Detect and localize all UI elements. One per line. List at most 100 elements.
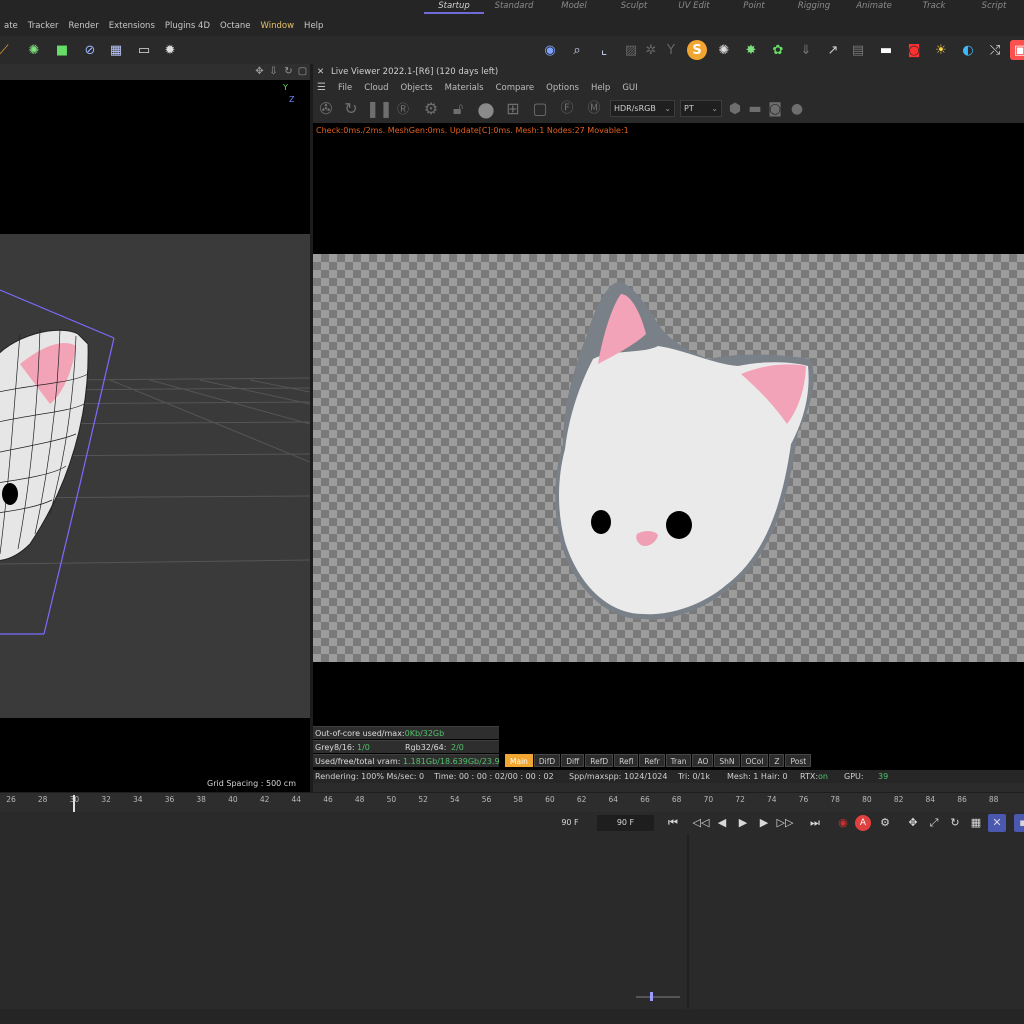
- point-level-icon[interactable]: ▪: [1014, 814, 1024, 832]
- kernel-select[interactable]: PT ⌄: [680, 100, 722, 117]
- lock-icon[interactable]: 🔓︎: [448, 99, 468, 119]
- menu-octane[interactable]: Octane: [216, 20, 257, 32]
- lv-menu-gui[interactable]: GUI: [616, 83, 643, 93]
- cube-icon[interactable]: ■: [52, 40, 72, 60]
- shuffle-icon[interactable]: ⤭: [985, 40, 1005, 60]
- layout-tab-track[interactable]: Track: [904, 0, 964, 14]
- clipboard-icon[interactable]: ▤: [848, 40, 868, 60]
- lv-menu-objects[interactable]: Objects: [394, 83, 438, 93]
- sparkle-icon[interactable]: ✺: [714, 40, 734, 60]
- sun-icon[interactable]: ☀: [931, 40, 951, 60]
- point-select-icon[interactable]: ⌞: [594, 40, 614, 60]
- menu-render[interactable]: Render: [64, 20, 104, 32]
- zoom-slider-track[interactable]: [636, 996, 680, 998]
- pla-key-icon[interactable]: ✕: [988, 814, 1006, 832]
- lv-menu-cloud[interactable]: Cloud: [358, 83, 394, 93]
- hamburger-icon[interactable]: ☰: [313, 82, 332, 93]
- timeline-ruler[interactable]: 2628303234363840424446485052545658606264…: [0, 792, 1024, 813]
- lv-menu-help[interactable]: Help: [585, 83, 616, 93]
- pass-diff[interactable]: Diff: [561, 754, 585, 767]
- layout-tab-script[interactable]: Script: [964, 0, 1024, 14]
- layout-tab-point[interactable]: Point: [724, 0, 784, 14]
- layout-tab-sculpt[interactable]: Sculpt: [604, 0, 664, 14]
- parameter-key-icon[interactable]: ▦: [967, 814, 985, 832]
- rotate-key-icon[interactable]: ↻: [946, 814, 964, 832]
- prev-key-icon[interactable]: ◁◁: [692, 814, 710, 832]
- color-space-select[interactable]: HDR/sRGB ⌄: [610, 100, 675, 117]
- s-badge-icon[interactable]: S: [687, 40, 707, 60]
- go-to-start-icon[interactable]: ⏮: [664, 814, 682, 832]
- timeline-playhead[interactable]: [73, 795, 76, 813]
- go-to-end-icon[interactable]: ⏭: [806, 814, 824, 832]
- brush-icon[interactable]: ⟋: [0, 40, 14, 60]
- lv-menu-materials[interactable]: Materials: [439, 83, 490, 93]
- layout-tab-startup[interactable]: Startup: [424, 0, 484, 14]
- editor-viewport[interactable]: Y Z Grid Spacing: 500 cm: [0, 80, 310, 792]
- play-icon[interactable]: ▶: [734, 814, 752, 832]
- python-icon[interactable]: ◉: [540, 40, 560, 60]
- lv-menu-file[interactable]: File: [332, 83, 358, 93]
- add-region-icon[interactable]: ⊞: [503, 99, 523, 119]
- end-frame-field-b[interactable]: 90 F: [597, 815, 654, 831]
- send-scene-icon[interactable]: ✇: [316, 99, 336, 119]
- restart-render-icon[interactable]: ↻: [341, 99, 361, 119]
- pass-shn[interactable]: ShN: [714, 754, 740, 767]
- pause-icon[interactable]: ❚❚: [366, 99, 393, 119]
- next-key-icon[interactable]: ▷▷: [776, 814, 794, 832]
- snapshot-icon[interactable]: ◙: [765, 99, 785, 119]
- maximize-icon[interactable]: ▢: [297, 66, 308, 77]
- focus-picker-icon[interactable]: Ⓕ: [557, 99, 577, 119]
- camera-icon[interactable]: ▭: [134, 40, 154, 60]
- menu-plugins-4d[interactable]: Plugins 4D: [161, 20, 216, 32]
- material-ball-icon[interactable]: ●: [476, 99, 496, 119]
- layout-tab-rigging[interactable]: Rigging: [784, 0, 844, 14]
- fork-icon[interactable]: Y: [661, 40, 681, 60]
- lv-menu-options[interactable]: Options: [540, 83, 585, 93]
- layout-tab-uv-edit[interactable]: UV Edit: [664, 0, 724, 14]
- grid-icon[interactable]: ▦: [106, 40, 126, 60]
- live-viewer-canvas[interactable]: Check:0ms./2ms. MeshGen:0ms. Update[C]:0…: [313, 123, 1024, 770]
- search-node-icon[interactable]: ⌕: [567, 40, 587, 60]
- pass-ao[interactable]: AO: [692, 754, 714, 767]
- live-viewer-icon[interactable]: ▣: [1010, 40, 1024, 60]
- cluster-icon[interactable]: ✸: [741, 40, 761, 60]
- record-icon[interactable]: ◉: [834, 814, 852, 832]
- pass-refl[interactable]: Refl: [614, 754, 639, 767]
- layout-tab-standard[interactable]: Standard: [484, 0, 544, 14]
- light-icon[interactable]: ✹: [160, 40, 180, 60]
- menu-help[interactable]: Help: [300, 20, 329, 32]
- spline-point-icon[interactable]: ✺: [24, 40, 44, 60]
- prev-frame-icon[interactable]: ◀: [713, 814, 731, 832]
- render-camera-icon[interactable]: ◙: [904, 40, 924, 60]
- layout-tab-model[interactable]: Model: [544, 0, 604, 14]
- autokey-icon[interactable]: A: [855, 815, 871, 831]
- pass-difd[interactable]: DifD: [533, 754, 561, 767]
- hexagon-icon[interactable]: ⬢: [725, 99, 745, 119]
- bottom-panel-divider[interactable]: [687, 834, 689, 1024]
- film-region-icon[interactable]: ▢: [530, 99, 550, 119]
- film-icon[interactable]: ▬: [745, 99, 765, 119]
- end-frame-field-a[interactable]: 90 F: [550, 815, 590, 831]
- pan-icon[interactable]: ✥: [254, 66, 265, 77]
- menu-create[interactable]: ate: [0, 20, 24, 32]
- pass-refr[interactable]: Refr: [639, 754, 665, 767]
- rotate-view-icon[interactable]: ↻: [283, 66, 294, 77]
- area-light-icon[interactable]: ▬: [876, 40, 896, 60]
- settings-gear-icon[interactable]: ⚙: [421, 99, 441, 119]
- scale-key-icon[interactable]: ⤢: [925, 814, 943, 832]
- menu-extensions[interactable]: Extensions: [105, 20, 161, 32]
- next-frame-icon[interactable]: ▶: [755, 814, 773, 832]
- gear-small-icon[interactable]: ✲: [641, 40, 661, 60]
- move-down-icon[interactable]: ⇩: [268, 66, 279, 77]
- lv-menu-compare[interactable]: Compare: [490, 83, 541, 93]
- pass-refd[interactable]: RefD: [585, 754, 614, 767]
- pass-ocol[interactable]: OCol: [740, 754, 769, 767]
- arrow-out-icon[interactable]: ↗: [823, 40, 843, 60]
- keyframe-settings-icon[interactable]: ⚙: [876, 814, 894, 832]
- pass-post[interactable]: Post: [785, 754, 812, 767]
- pass-z[interactable]: Z: [769, 754, 785, 767]
- download-icon[interactable]: ⇓: [796, 40, 816, 60]
- material-picker-icon[interactable]: Ⓜ: [584, 99, 604, 119]
- menu-window[interactable]: Window: [257, 20, 301, 32]
- menu-tracker[interactable]: Tracker: [24, 20, 65, 32]
